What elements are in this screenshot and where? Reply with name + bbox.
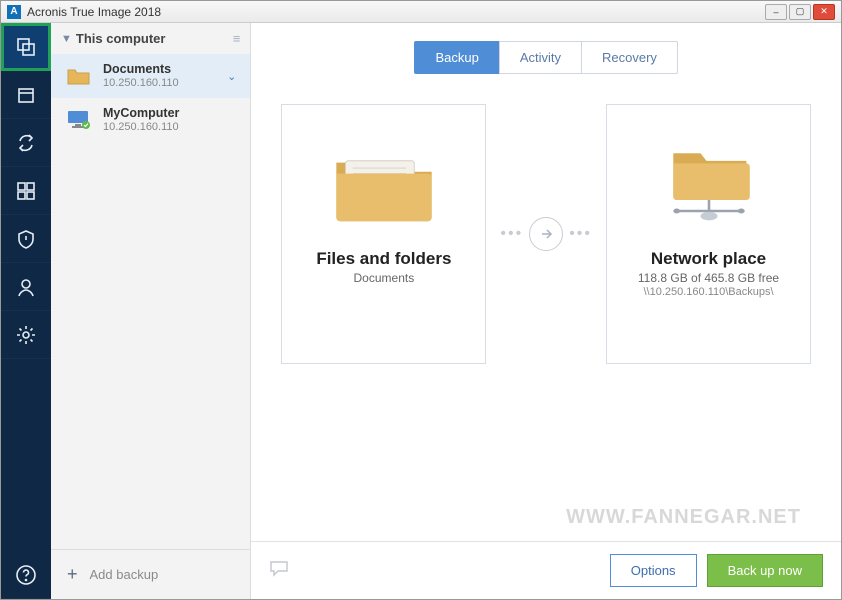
backup-config-area: Files and folders Documents ••• •••	[251, 84, 841, 374]
arrow-right-icon	[529, 217, 563, 251]
close-button[interactable]: ✕	[813, 4, 835, 20]
tab-bar: Backup Activity Recovery	[251, 23, 841, 84]
arrow-indicator: ••• •••	[500, 217, 592, 251]
sidebar-menu-icon[interactable]: ≡	[233, 31, 241, 46]
source-title: Files and folders	[316, 249, 451, 269]
nav-account[interactable]	[1, 263, 51, 311]
bottom-bar: Options Back up now	[251, 541, 841, 599]
backup-icon	[15, 36, 37, 58]
left-nav	[1, 23, 51, 599]
comment-icon[interactable]	[269, 559, 289, 582]
add-backup-label: Add backup	[90, 567, 159, 582]
expand-icon[interactable]: ⌄	[227, 70, 236, 83]
minimize-button[interactable]: –	[765, 4, 787, 20]
sidebar-header[interactable]: ▼ This computer ≡	[51, 23, 250, 54]
window-controls: – ▢ ✕	[765, 4, 835, 20]
destination-path: \\10.250.160.110\Backups\	[643, 286, 773, 298]
folder-icon	[65, 64, 93, 88]
backup-item-documents[interactable]: Documents 10.250.160.110 ⌄	[51, 54, 250, 98]
options-button[interactable]: Options	[610, 554, 697, 587]
folder-large-icon	[324, 135, 444, 235]
nav-help[interactable]	[1, 551, 51, 599]
help-icon	[15, 564, 37, 586]
titlebar: A Acronis True Image 2018 – ▢ ✕	[1, 1, 841, 23]
nav-settings[interactable]	[1, 311, 51, 359]
add-backup-button[interactable]: + Add backup	[51, 549, 250, 599]
app-icon: A	[7, 5, 21, 19]
nav-dashboard[interactable]	[1, 167, 51, 215]
tab-recovery[interactable]: Recovery	[581, 41, 678, 74]
list-item-sub: 10.250.160.110	[103, 121, 179, 134]
source-card[interactable]: Files and folders Documents	[281, 104, 486, 364]
backup-now-button[interactable]: Back up now	[707, 554, 823, 587]
nav-archive[interactable]	[1, 71, 51, 119]
main-panel: Backup Activity Recovery Files and folde…	[251, 23, 841, 599]
watermark: WWW.FANNEGAR.NET	[566, 506, 801, 529]
plus-icon: +	[67, 564, 78, 585]
destination-title: Network place	[651, 249, 766, 269]
grid-icon	[15, 180, 37, 202]
backup-list-sidebar: ▼ This computer ≡ Documents 10.250.160.1…	[51, 23, 251, 599]
nav-protection[interactable]	[1, 215, 51, 263]
chevron-down-icon: ▼	[61, 33, 72, 45]
pc-icon	[65, 108, 93, 132]
list-item-title: MyComputer	[103, 106, 179, 121]
maximize-button[interactable]: ▢	[789, 4, 811, 20]
nav-backup[interactable]	[1, 23, 51, 71]
destination-space: 118.8 GB of 465.8 GB free	[638, 271, 779, 285]
window-title: Acronis True Image 2018	[27, 5, 161, 19]
tab-backup[interactable]: Backup	[414, 41, 499, 74]
shield-icon	[15, 228, 37, 250]
gear-icon	[15, 324, 37, 346]
source-sub: Documents	[354, 271, 415, 285]
archive-icon	[15, 84, 37, 106]
list-item-title: Documents	[103, 62, 179, 77]
backup-item-mycomputer[interactable]: MyComputer 10.250.160.110	[51, 98, 250, 142]
network-folder-icon	[649, 135, 769, 235]
sync-icon	[15, 132, 37, 154]
tab-activity[interactable]: Activity	[499, 41, 582, 74]
list-item-sub: 10.250.160.110	[103, 77, 179, 90]
destination-card[interactable]: Network place 118.8 GB of 465.8 GB free …	[606, 104, 811, 364]
sidebar-header-label: This computer	[76, 31, 166, 46]
nav-sync[interactable]	[1, 119, 51, 167]
user-icon	[15, 276, 37, 298]
